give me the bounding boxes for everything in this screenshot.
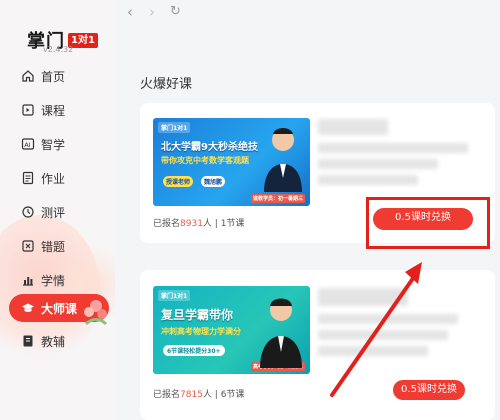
annotation-arrow-icon [330, 262, 422, 397]
